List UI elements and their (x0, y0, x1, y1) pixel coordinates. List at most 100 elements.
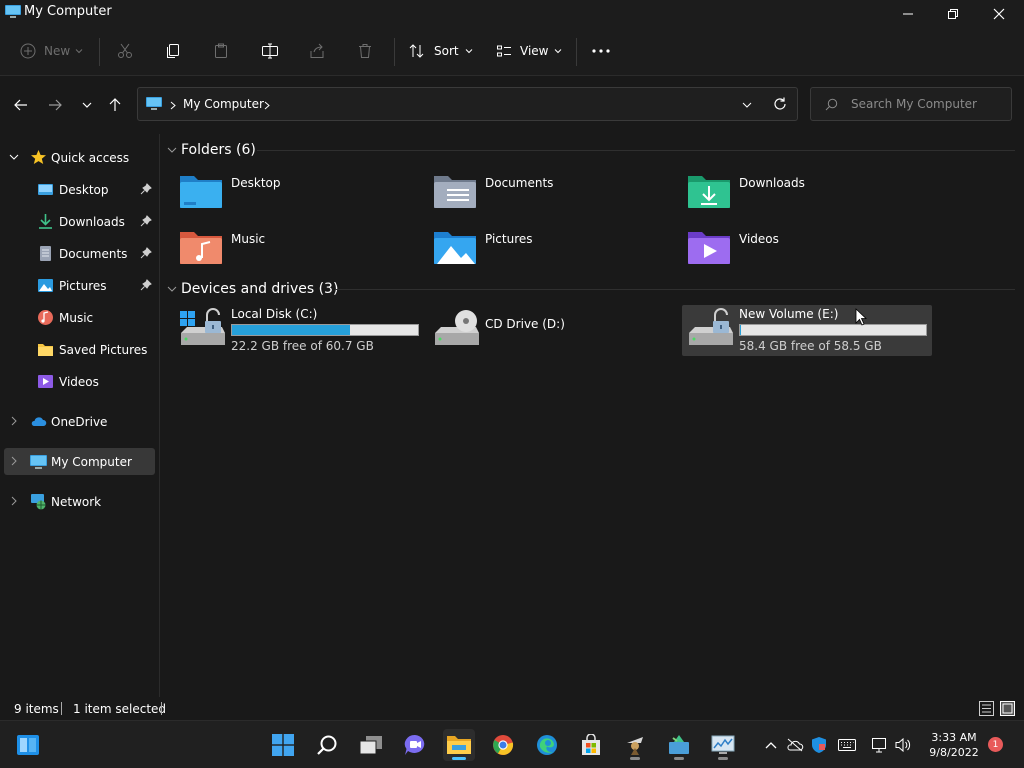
speaker-icon (895, 737, 911, 753)
breadcrumb-my-computer[interactable]: My Computer (183, 97, 264, 111)
security-tray-button[interactable] (809, 735, 829, 755)
view-button[interactable]: View (496, 38, 562, 64)
keyboard-tray-button[interactable] (837, 735, 857, 755)
folder-downloads[interactable]: Downloads (669, 168, 917, 216)
sidebar-item-network[interactable]: Network (0, 488, 158, 515)
more-options-button[interactable] (592, 38, 610, 64)
chevron-up-icon (765, 742, 777, 749)
monitor-icon (146, 97, 162, 110)
details-view-icon[interactable] (979, 701, 994, 716)
sidebar-item-label: Downloads (59, 214, 125, 229)
share-button[interactable] (309, 38, 325, 64)
delete-button[interactable] (357, 38, 373, 64)
new-button[interactable]: New (20, 38, 83, 64)
network-wired-icon (872, 738, 886, 753)
pin-icon[interactable] (140, 215, 152, 227)
folder-desktop[interactable]: Desktop (161, 168, 409, 216)
address-bar[interactable]: My Computer (137, 87, 798, 121)
onedrive-tray-button[interactable] (785, 735, 805, 755)
sidebar-item-desktop[interactable]: Desktop (0, 176, 158, 203)
drive-cd-d[interactable]: CD Drive (D:) (428, 305, 678, 356)
restore-button[interactable] (930, 0, 976, 28)
sidebar-item-label: Documents (59, 246, 128, 261)
network-icon (31, 494, 46, 510)
toolbar-separator (394, 38, 395, 66)
folder-pictures[interactable]: Pictures (415, 224, 663, 272)
show-hidden-icons-button[interactable] (761, 735, 781, 755)
running-indicator (674, 757, 684, 760)
sidebar-item-my-computer[interactable]: My Computer (4, 448, 155, 475)
chrome-icon (493, 735, 514, 755)
widgets-button[interactable] (12, 729, 44, 761)
sidebar-item-documents[interactable]: Documents (0, 240, 158, 267)
chrome-button[interactable] (487, 729, 519, 761)
folder-music[interactable]: Music (161, 224, 409, 272)
sidebar-item-videos[interactable]: Videos (0, 368, 158, 395)
chevron-down-icon (9, 154, 19, 160)
restore-icon (948, 9, 958, 19)
teams-chat-button[interactable] (399, 729, 431, 761)
up-button[interactable] (104, 95, 126, 115)
network-tray-button[interactable] (869, 735, 889, 755)
minimize-button[interactable] (885, 0, 931, 28)
cut-button[interactable] (117, 38, 133, 64)
edge-button[interactable] (531, 729, 563, 761)
refresh-icon[interactable] (773, 97, 787, 111)
active-indicator (452, 757, 466, 760)
file-explorer-button[interactable] (443, 729, 475, 761)
sidebar-item-downloads[interactable]: Downloads (0, 208, 158, 235)
pin-icon[interactable] (140, 247, 152, 259)
drive-new-volume-e[interactable]: New Volume (E:) 58.4 GB free of 58.5 GB (682, 305, 932, 356)
taskbar-app-3-button[interactable] (707, 729, 739, 761)
store-button[interactable] (575, 729, 607, 761)
sort-button[interactable]: Sort (409, 38, 473, 64)
start-button[interactable] (267, 729, 299, 761)
copy-button[interactable] (165, 38, 181, 64)
windows-drive-icon (180, 308, 225, 345)
search-button[interactable] (311, 729, 343, 761)
taskbar-app-1-button[interactable] (619, 729, 651, 761)
search-input[interactable]: Search My Computer (810, 87, 1012, 121)
sidebar-item-pictures[interactable]: Pictures (0, 272, 158, 299)
task-view-button[interactable] (355, 729, 387, 761)
folder-videos[interactable]: Videos (669, 224, 917, 272)
view-list-icon (497, 45, 511, 57)
recent-locations-button[interactable] (76, 95, 98, 115)
back-button[interactable] (10, 95, 32, 115)
clock-date: 9/8/2022 (929, 746, 979, 759)
app-icon (627, 737, 643, 755)
windows-logo-icon (272, 734, 294, 756)
chevron-down-icon[interactable] (742, 101, 752, 109)
close-button[interactable] (976, 0, 1022, 28)
sidebar-item-quick-access[interactable]: Quick access (0, 144, 158, 171)
folders-group-header[interactable]: Folders (6) (165, 139, 1015, 161)
folder-name: Documents (485, 176, 554, 190)
cd-drive-icon (435, 310, 479, 345)
pictures-icon (38, 279, 53, 292)
sidebar-item-label: Music (59, 310, 94, 325)
paste-button[interactable] (213, 38, 229, 64)
taskbar-app-2-button[interactable] (663, 729, 695, 761)
chevron-down-icon (167, 147, 177, 153)
pin-icon[interactable] (140, 183, 152, 195)
drive-usage-bar (739, 324, 927, 336)
notification-badge[interactable]: 1 (988, 737, 1003, 752)
sidebar-item-music[interactable]: Music (0, 304, 158, 331)
search-placeholder: Search My Computer (851, 97, 977, 111)
folder-documents[interactable]: Documents (415, 168, 663, 216)
tiles-view-icon[interactable] (1000, 701, 1015, 716)
clock[interactable]: 3:33 AM 9/8/2022 (920, 730, 988, 760)
cloud-icon (31, 417, 47, 426)
drive-local-disk-c[interactable]: Local Disk (C:) 22.2 GB free of 60.7 GB (174, 305, 424, 356)
pin-icon[interactable] (140, 279, 152, 291)
rename-button[interactable] (261, 38, 279, 64)
volume-tray-button[interactable] (893, 735, 913, 755)
search-icon (825, 98, 838, 111)
drives-group-header[interactable]: Devices and drives (3) (165, 278, 1015, 300)
clipboard-icon (215, 43, 227, 58)
desktop-folder-icon (180, 176, 222, 208)
forward-button[interactable] (44, 95, 66, 115)
sidebar-item-onedrive[interactable]: OneDrive (0, 408, 158, 435)
taskbar: 3:33 AM 9/8/2022 1 (0, 720, 1024, 768)
sidebar-item-saved-pictures[interactable]: Saved Pictures (0, 336, 158, 363)
